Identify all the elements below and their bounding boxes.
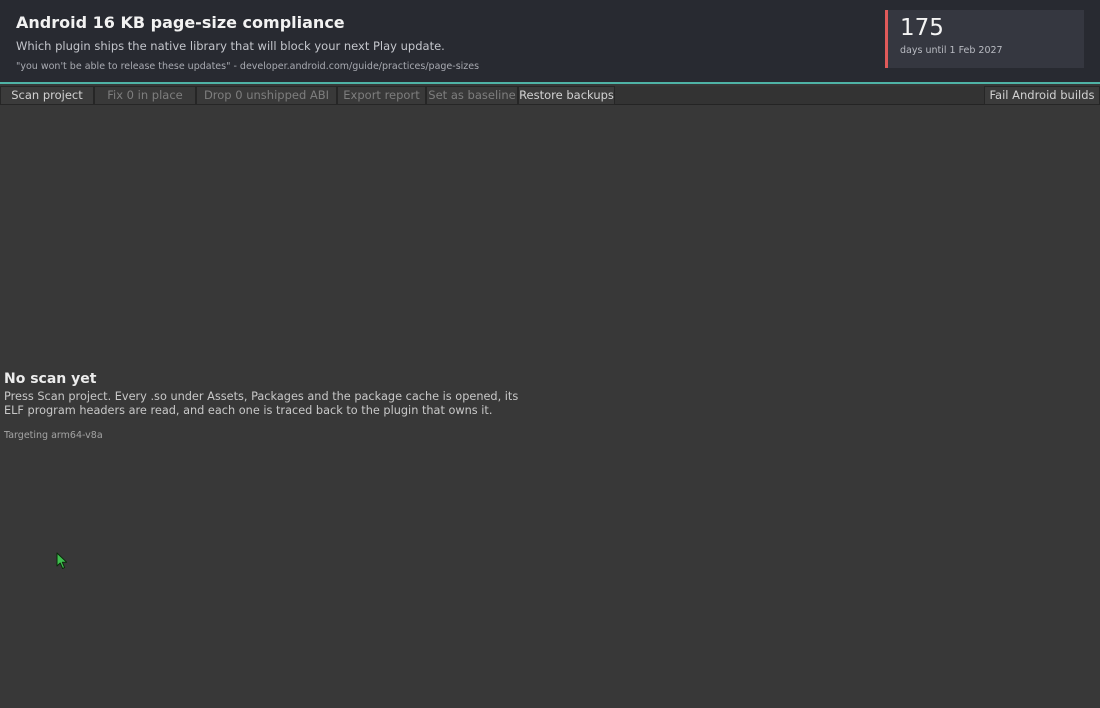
source-quote: "you won't be able to release these upda… (16, 61, 480, 72)
fail-android-builds-toggle[interactable]: Fail Android builds (984, 86, 1100, 105)
scan-project-button[interactable]: Scan project (0, 86, 94, 105)
target-abi-label: Targeting arm64-v8a (4, 430, 103, 441)
restore-backups-button[interactable]: Restore backups (518, 86, 615, 105)
drop-unshipped-abi-button[interactable]: Drop 0 unshipped ABI (196, 86, 337, 105)
page-subtitle: Which plugin ships the native library th… (16, 39, 445, 53)
empty-state-description: Press Scan project. Every .so under Asse… (4, 390, 519, 417)
export-report-button[interactable]: Export report (337, 86, 426, 105)
header: Android 16 KB page-size compliance Which… (0, 0, 1100, 84)
deadline-card: 175 days until 1 Feb 2027 (885, 10, 1084, 68)
set-baseline-button[interactable]: Set as baseline (426, 86, 518, 105)
mouse-pointer-icon (56, 552, 68, 569)
fix-in-place-button[interactable]: Fix 0 in place (94, 86, 196, 105)
page-title: Android 16 KB page-size compliance (16, 13, 345, 32)
empty-state-title: No scan yet (4, 371, 97, 387)
toolbar: Scan project Fix 0 in place Drop 0 unshi… (0, 86, 1100, 105)
days-remaining: 175 (900, 15, 944, 41)
deadline-caption: days until 1 Feb 2027 (900, 45, 1003, 56)
